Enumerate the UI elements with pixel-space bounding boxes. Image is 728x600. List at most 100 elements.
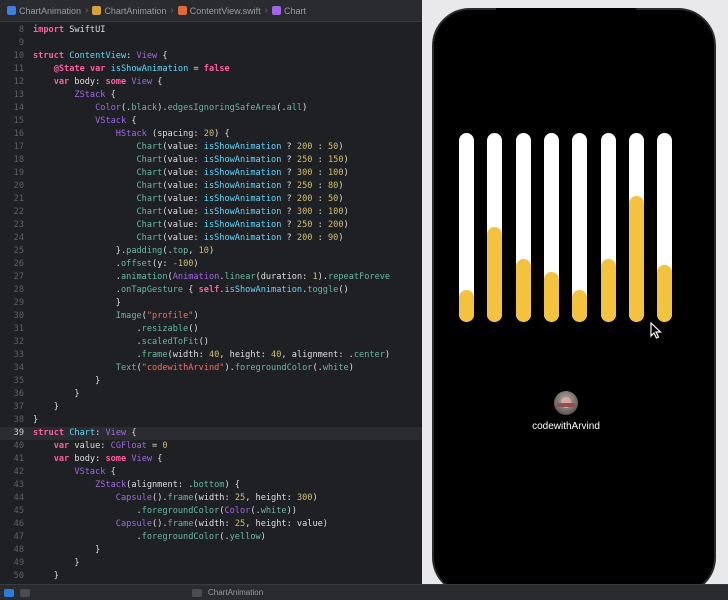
code-line[interactable]: 18 Chart(value: isShowAnimation ? 250 : … bbox=[0, 154, 430, 167]
code-line[interactable]: 45 .foregroundColor(Color(.white)) bbox=[0, 505, 430, 518]
code-token: ? bbox=[281, 168, 297, 178]
code-line[interactable]: 16 HStack (spacing: 20) { bbox=[0, 128, 430, 141]
code-line[interactable]: 33 .frame(width: 40, height: 40, alignme… bbox=[0, 349, 430, 362]
code-token: { bbox=[105, 90, 116, 100]
breadcrumb-item[interactable]: ChartAnimation bbox=[4, 6, 84, 16]
code-token: . bbox=[33, 272, 121, 282]
code-token: body: bbox=[69, 77, 106, 87]
line-number: 44 bbox=[13, 493, 24, 503]
code-line[interactable]: 44 Capsule().frame(width: 25, height: 30… bbox=[0, 492, 430, 505]
code-text: Chart(value: isShowAnimation ? 200 : 50) bbox=[33, 141, 343, 154]
code-text: } bbox=[33, 557, 79, 570]
line-number: 20 bbox=[13, 181, 24, 191]
code-line[interactable]: 22 Chart(value: isShowAnimation ? 300 : … bbox=[0, 206, 430, 219]
breadcrumb-item[interactable]: ContentView.swift bbox=[175, 6, 264, 16]
code-token: var bbox=[53, 441, 70, 451]
breadcrumb-item[interactable]: ChartAnimation bbox=[89, 6, 169, 16]
code-line[interactable]: 26 .offset(y: -100) bbox=[0, 258, 430, 271]
code-line[interactable]: 12 var body: some View { bbox=[0, 76, 430, 89]
code-line[interactable]: 15 VStack { bbox=[0, 115, 430, 128]
line-number: 17 bbox=[13, 142, 24, 152]
code-line[interactable]: 48 } bbox=[0, 544, 430, 557]
code-token: 250 bbox=[296, 220, 313, 230]
code-line[interactable]: 39 struct Chart: View { bbox=[0, 427, 430, 440]
line-number: 12 bbox=[13, 77, 24, 87]
code-line[interactable]: 19 Chart(value: isShowAnimation ? 300 : … bbox=[0, 167, 430, 180]
code-line[interactable]: 11 @State var isShowAnimation = false bbox=[0, 63, 430, 76]
code-token: 0 bbox=[162, 441, 168, 451]
code-token: (. bbox=[162, 246, 173, 256]
code-token: isShowAnimation bbox=[203, 220, 282, 230]
line-number: 8 bbox=[18, 25, 24, 35]
code-line[interactable]: 40 var value: CGFloat = 0 bbox=[0, 440, 430, 453]
code-token: 300 bbox=[296, 493, 313, 503]
code-token: isShowAnimation bbox=[203, 142, 282, 152]
code-editor[interactable]: 8 import SwiftUI 9 10 struct ContentView: Vi… bbox=[0, 22, 430, 584]
code-line[interactable]: 41 var body: some View { bbox=[0, 453, 430, 466]
code-line[interactable]: 13 ZStack { bbox=[0, 89, 430, 102]
code-token: () bbox=[338, 285, 349, 295]
code-text: Capsule().frame(width: 25, height: 300) bbox=[33, 492, 318, 505]
code-line[interactable]: 34 Text("codewithArvind").foregroundColo… bbox=[0, 362, 430, 375]
code-token: CGFloat bbox=[110, 441, 147, 451]
scheme-icon[interactable] bbox=[192, 588, 202, 597]
code-line[interactable]: 47 .foregroundColor(.yellow) bbox=[0, 531, 430, 544]
code-token: Text bbox=[115, 363, 137, 373]
code-line[interactable]: 29 } bbox=[0, 297, 430, 310]
sidebar-toggle-icon[interactable] bbox=[4, 588, 14, 597]
code-token: , height: value) bbox=[245, 519, 328, 529]
code-line[interactable]: 35 } bbox=[0, 375, 430, 388]
scheme-label[interactable]: ChartAnimation bbox=[208, 588, 263, 597]
mouse-cursor-icon bbox=[650, 322, 662, 339]
code-line[interactable]: 28 .onTapGesture { self.isShowAnimation.… bbox=[0, 284, 430, 297]
code-line[interactable]: 46 Capsule().frame(width: 25, height: va… bbox=[0, 518, 430, 531]
code-token: ) bbox=[343, 168, 349, 178]
code-line[interactable]: 20 Chart(value: isShowAnimation ? 250 : … bbox=[0, 180, 430, 193]
code-line[interactable]: 8 import SwiftUI bbox=[0, 24, 430, 37]
code-text: .offset(y: -100) bbox=[33, 258, 199, 271]
breadcrumb-item[interactable]: Chart bbox=[269, 6, 309, 16]
code-line[interactable]: 10 struct ContentView: View { bbox=[0, 50, 430, 63]
code-token: ) bbox=[193, 259, 199, 269]
code-token: ? bbox=[281, 155, 297, 165]
code-line[interactable]: 14 Color(.black).edgesIgnoringSafeArea(.… bbox=[0, 102, 430, 115]
code-token: , bbox=[188, 246, 199, 256]
breadcrumb-label: Chart bbox=[283, 5, 306, 16]
code-line[interactable]: 50 } bbox=[0, 570, 430, 583]
code-line[interactable]: 25 }.padding(.top, 10) bbox=[0, 245, 430, 258]
code-line[interactable]: 21 Chart(value: isShowAnimation ? 200 : … bbox=[0, 193, 430, 206]
code-line[interactable]: 42 VStack { bbox=[0, 466, 430, 479]
chart-bar[interactable] bbox=[515, 133, 531, 322]
code-line[interactable]: 30 Image("profile") bbox=[0, 310, 430, 323]
code-line[interactable]: 24 Chart(value: isShowAnimation ? 200 : … bbox=[0, 232, 430, 245]
code-token: ContentView bbox=[69, 51, 127, 61]
chart-bar[interactable] bbox=[600, 133, 616, 322]
line-number: 39 bbox=[13, 428, 24, 438]
code-line[interactable]: 36 } bbox=[0, 388, 430, 401]
code-token: 25 bbox=[234, 493, 246, 503]
line-number: 21 bbox=[13, 194, 24, 204]
chart-bar[interactable] bbox=[628, 133, 644, 322]
filter-icon[interactable] bbox=[20, 588, 30, 597]
code-line[interactable]: 31 .resizable() bbox=[0, 323, 430, 336]
chart-bar[interactable] bbox=[459, 133, 474, 322]
device-notch bbox=[496, 8, 636, 36]
code-line[interactable]: 23 Chart(value: isShowAnimation ? 250 : … bbox=[0, 219, 430, 232]
code-text: struct Chart: View { bbox=[33, 427, 137, 440]
chart-bar[interactable] bbox=[572, 133, 588, 322]
code-line[interactable]: 49 } bbox=[0, 557, 430, 570]
code-line[interactable]: 43 ZStack(alignment: .bottom) { bbox=[0, 479, 430, 492]
code-line[interactable]: 37 } bbox=[0, 401, 430, 414]
chart-bar[interactable] bbox=[657, 133, 673, 322]
code-line[interactable]: 17 Chart(value: isShowAnimation ? 200 : … bbox=[0, 141, 430, 154]
code-line[interactable]: 27 .animation(Animation.linear(duration:… bbox=[0, 271, 430, 284]
chart-bar[interactable] bbox=[487, 133, 503, 322]
code-line[interactable]: 32 .scaledToFit() bbox=[0, 336, 430, 349]
code-text: ZStack { bbox=[33, 89, 116, 102]
chart-bar[interactable] bbox=[543, 133, 559, 322]
code-line[interactable]: 9 bbox=[0, 37, 430, 50]
code-line[interactable]: 38} bbox=[0, 414, 430, 427]
